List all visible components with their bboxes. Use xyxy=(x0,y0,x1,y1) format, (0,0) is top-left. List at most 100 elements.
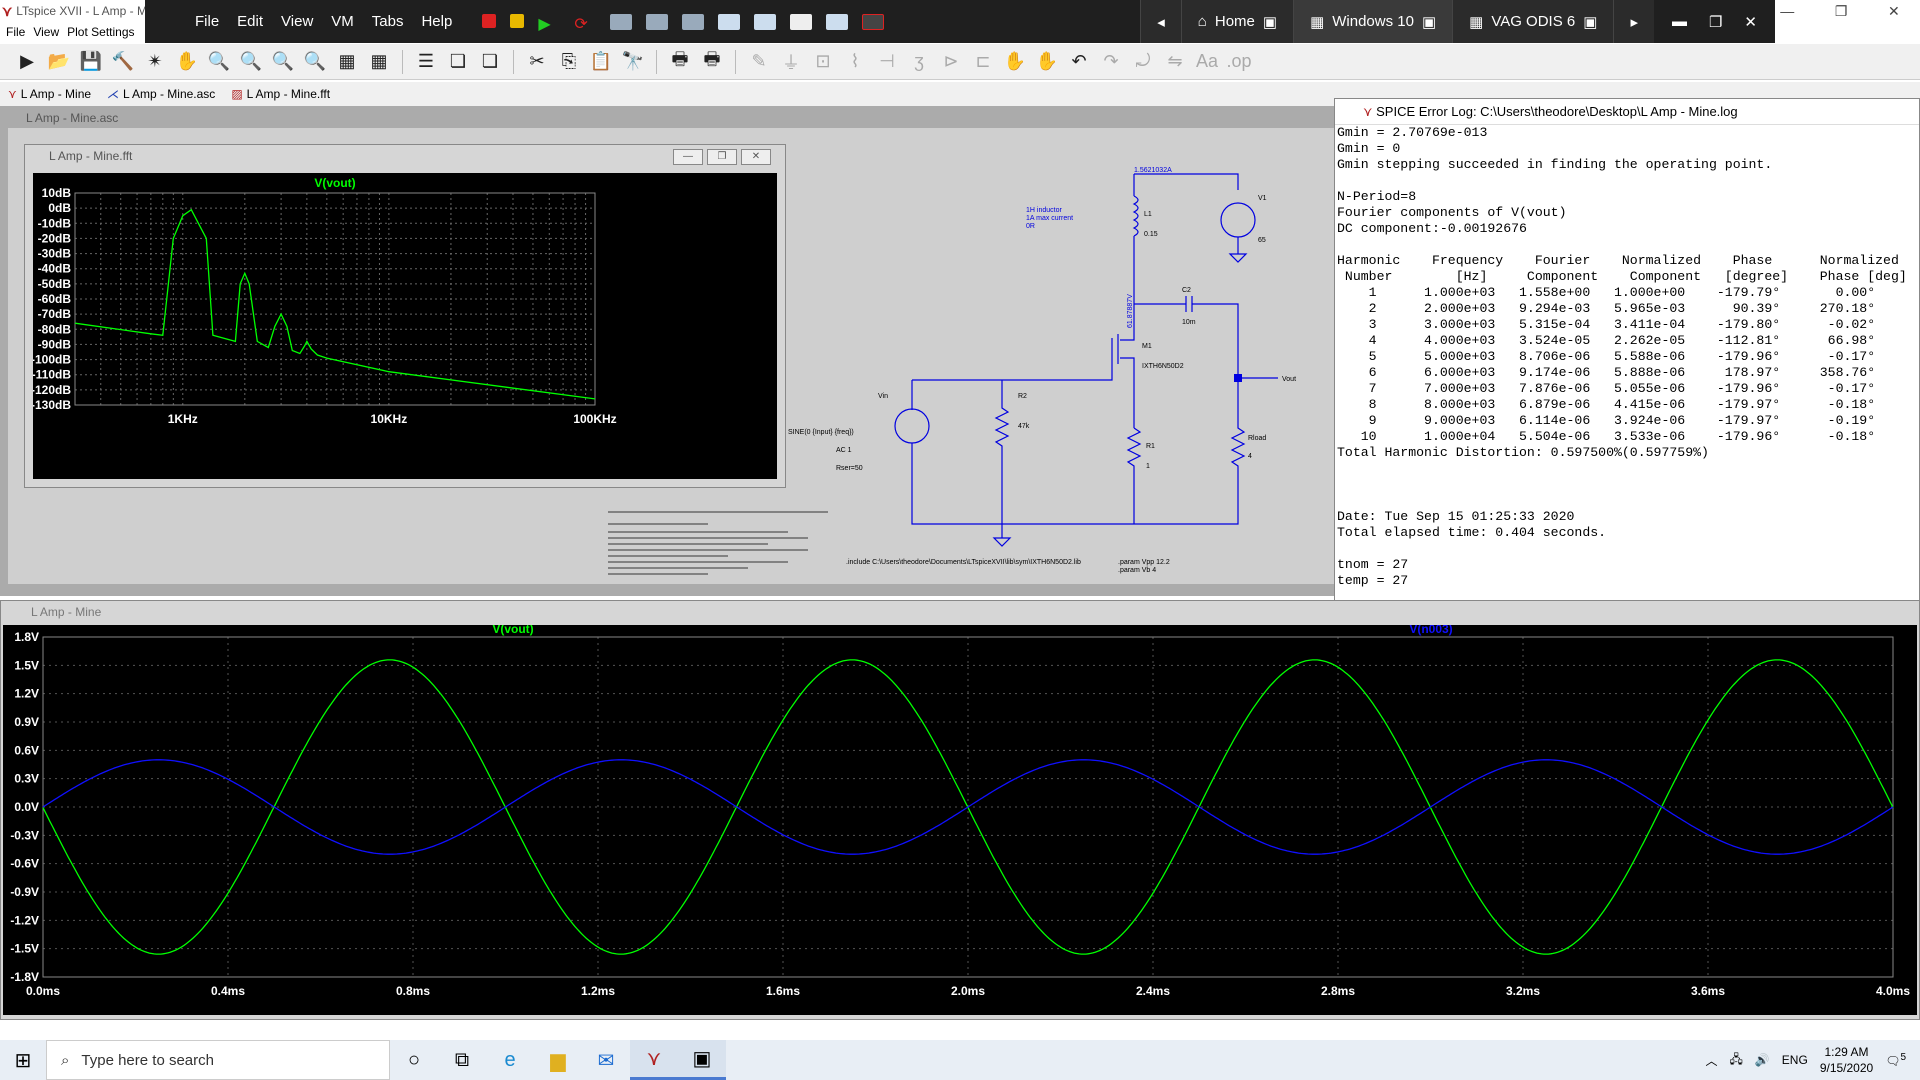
autorange-y-icon[interactable]: ▦ xyxy=(366,49,392,75)
settings-icon[interactable] xyxy=(682,13,705,30)
search-box[interactable]: ⌕ Type here to search xyxy=(46,1040,390,1080)
copy-icon[interactable]: ⎘ xyxy=(556,49,582,75)
menu-view[interactable]: View xyxy=(33,25,59,39)
cut-icon[interactable]: ✂ xyxy=(524,49,550,75)
chevron-up-icon[interactable]: ︿ xyxy=(1705,1052,1717,1069)
run-icon[interactable]: ▶ xyxy=(14,49,40,75)
undo-icon[interactable]: ↶ xyxy=(1066,49,1092,75)
file-explorer-icon[interactable]: ▆ xyxy=(534,1040,582,1080)
ltspice-taskbar-icon[interactable]: ⋎ xyxy=(630,1040,678,1080)
autorange-icon[interactable]: ▦ xyxy=(334,49,360,75)
wave-trace-label-n003[interactable]: V(n003) xyxy=(1409,622,1452,636)
vm-disconnect-icon[interactable] xyxy=(862,13,885,30)
component-icon[interactable]: ⊏ xyxy=(970,49,996,75)
vm-menu-edit[interactable]: Edit xyxy=(237,13,263,30)
text-icon[interactable]: Aa xyxy=(1194,49,1220,75)
snapshot-icon[interactable] xyxy=(610,13,633,30)
save-icon[interactable]: 💾 xyxy=(78,49,104,75)
close-icon[interactable]: ✕ xyxy=(1744,13,1757,31)
view-unity-icon[interactable] xyxy=(790,13,813,30)
diode-icon[interactable]: ⊳ xyxy=(938,49,964,75)
tab-close-icon[interactable]: ▣ xyxy=(1583,13,1597,31)
vm-tab-windows10[interactable]: ▦ Windows 10 ▣ xyxy=(1293,0,1453,43)
move-icon[interactable]: ✋ xyxy=(1002,49,1028,75)
vm-menu-help[interactable]: Help xyxy=(421,13,452,30)
wire-icon[interactable]: ✎ xyxy=(746,49,772,75)
notification-icon[interactable]: 🗨5 xyxy=(1885,1052,1906,1068)
tab-close-icon[interactable]: ▣ xyxy=(1263,13,1277,31)
inductor-icon[interactable]: ʒ xyxy=(906,49,932,75)
print-preview-icon[interactable]: 🖶 xyxy=(699,49,725,75)
task-view-icon[interactable]: ⧉ xyxy=(438,1040,486,1080)
mirror-icon[interactable]: ⇋ xyxy=(1162,49,1188,75)
capacitor-icon[interactable]: ⊣ xyxy=(874,49,900,75)
rotate-icon[interactable]: ⤾ xyxy=(1130,49,1156,75)
waveform-plot[interactable]: 1.8V 1.5V 1.2V 0.9V 0.6V 0.3V 0.0V -0.3V -0.6V -0… xyxy=(3,622,1917,1015)
vm-menu-file[interactable]: File xyxy=(195,13,219,30)
cortana-icon[interactable]: ○ xyxy=(390,1040,438,1080)
restore-icon[interactable]: ❐ xyxy=(1709,13,1722,31)
zoom-fit-icon[interactable]: 🔍 xyxy=(270,49,296,75)
windows-start-icon[interactable]: ⊞ xyxy=(0,1048,46,1073)
vm-menu-vm[interactable]: VM xyxy=(331,13,354,30)
view-window-icon[interactable] xyxy=(826,13,849,30)
clock[interactable]: 1:29 AM 9/15/2020 xyxy=(1820,1044,1873,1076)
ground-icon[interactable]: ⏚ xyxy=(778,49,804,75)
network-icon[interactable]: 🖧 xyxy=(1729,1050,1742,1071)
find-icon[interactable]: 🔭 xyxy=(620,49,646,75)
fft-trace-label[interactable]: V(vout) xyxy=(314,176,355,190)
print-icon[interactable]: 🖶 xyxy=(667,49,693,75)
paste-icon[interactable]: 📋 xyxy=(588,49,614,75)
cmd-taskbar-icon[interactable]: ▣ xyxy=(678,1040,726,1080)
vm-menu-tabs[interactable]: Tabs xyxy=(372,13,404,30)
restore-icon[interactable]: ❐ xyxy=(707,149,737,165)
close-icon[interactable]: ✕ xyxy=(741,149,771,165)
stop-icon[interactable] xyxy=(482,13,497,28)
open-icon[interactable]: 📂 xyxy=(46,49,72,75)
vm-menu-view[interactable]: View xyxy=(281,13,313,30)
pan-icon[interactable]: ✋ xyxy=(174,49,200,75)
minimize-icon[interactable]: — xyxy=(1780,3,1794,19)
minimize-icon[interactable]: ▬ xyxy=(1672,13,1687,31)
cascade-icon[interactable]: ❏ xyxy=(445,49,471,75)
resistor-icon[interactable]: ⌇ xyxy=(842,49,868,75)
snapshot-manager-icon[interactable] xyxy=(646,13,669,30)
vm-tab-vag-odis[interactable]: ▦ VAG ODIS 6 ▣ xyxy=(1452,0,1614,43)
menu-file[interactable]: File xyxy=(6,25,25,39)
close-icon[interactable]: ✕ xyxy=(1888,3,1900,20)
tab-prev-arrow-icon[interactable]: ◂ xyxy=(1140,0,1181,43)
doc-tab-waveform[interactable]: ⋎ L Amp - Mine xyxy=(8,87,91,101)
redo-icon[interactable]: ↷ xyxy=(1098,49,1124,75)
halt-icon[interactable]: ✴ xyxy=(142,49,168,75)
tile-horizontal-icon[interactable]: ☰ xyxy=(413,49,439,75)
fft-plot[interactable]: 10dB 0dB -10dB -20dB -30dB -40dB -50dB -60dB -70… xyxy=(31,173,777,479)
pause-icon[interactable] xyxy=(510,13,525,28)
tab-close-icon[interactable]: ▣ xyxy=(1422,13,1436,31)
fft-y-tick: -70dB xyxy=(38,307,72,321)
wave-y-tick: -0.6V xyxy=(10,857,39,871)
doc-tab-fft[interactable]: ▨ L Amp - Mine.fft xyxy=(231,87,330,101)
view-fullscreen-icon[interactable] xyxy=(754,13,777,30)
zoom-in-icon[interactable]: 🔍 xyxy=(206,49,232,75)
language-indicator[interactable]: ENG xyxy=(1782,1053,1808,1067)
tile-vertical-icon[interactable]: ❏ xyxy=(477,49,503,75)
play-icon[interactable]: ▶ xyxy=(538,14,560,33)
zoom-out-icon[interactable]: 🔍 xyxy=(238,49,264,75)
control-panel-icon[interactable]: 🔨 xyxy=(110,49,136,75)
label-net-icon[interactable]: ⊡ xyxy=(810,49,836,75)
volume-icon[interactable]: 🔊 xyxy=(1755,1053,1770,1067)
spice-directive-icon[interactable]: .op xyxy=(1226,49,1252,75)
restart-icon[interactable]: ⟳ xyxy=(574,14,596,33)
tab-next-arrow-icon[interactable]: ▸ xyxy=(1613,0,1654,43)
mail-icon[interactable]: ✉ xyxy=(582,1040,630,1080)
drag-icon[interactable]: ✋ xyxy=(1034,49,1060,75)
vm-tab-home[interactable]: ⌂ Home ▣ xyxy=(1180,0,1294,43)
menu-plot-settings[interactable]: Plot Settings xyxy=(67,25,134,39)
view-console-icon[interactable] xyxy=(718,13,741,30)
zoom-cancel-icon[interactable]: 🔍 xyxy=(302,49,328,75)
wave-trace-label-vout[interactable]: V(vout) xyxy=(492,622,533,636)
doc-tab-schematic[interactable]: ⋌ L Amp - Mine.asc xyxy=(107,87,215,101)
minimize-icon[interactable]: — xyxy=(673,149,703,165)
restore-icon[interactable]: ❐ xyxy=(1835,3,1848,20)
edge-icon[interactable]: e xyxy=(486,1040,534,1080)
